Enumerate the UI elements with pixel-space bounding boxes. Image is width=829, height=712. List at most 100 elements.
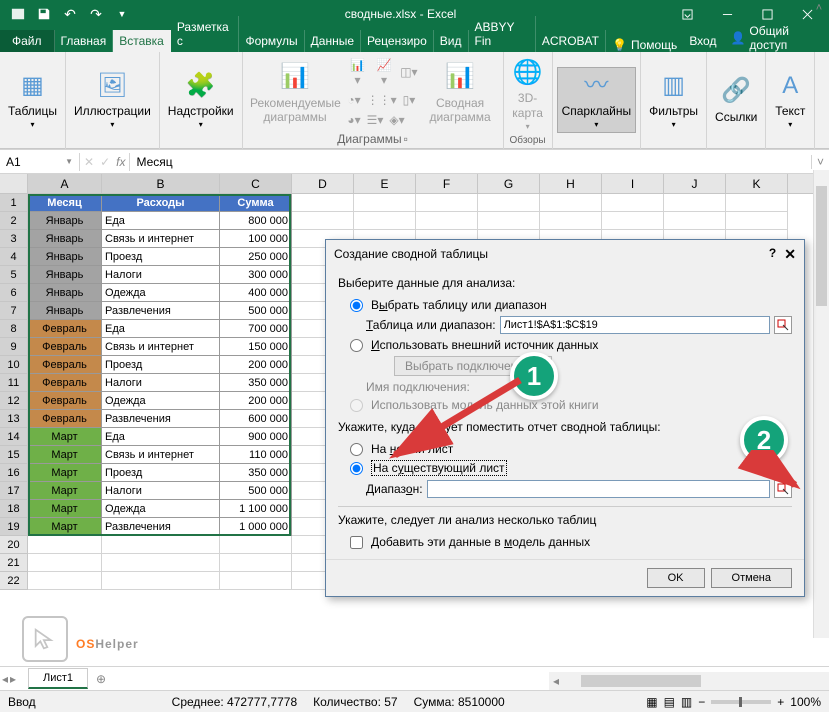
tab-insert[interactable]: Вставка — [113, 30, 171, 52]
tab-acrobat[interactable]: ACROBAT — [536, 30, 606, 52]
checkbox-add-model[interactable]: Добавить эти данные в модель данных — [338, 533, 792, 551]
cell[interactable] — [540, 212, 602, 230]
cell[interactable] — [102, 572, 220, 590]
cell[interactable] — [354, 212, 416, 230]
cell[interactable]: Связь и интернет — [102, 338, 220, 356]
pie-chart-icon[interactable]: ◕▾ — [345, 111, 362, 129]
radio-select-range[interactable]: Выбрать таблицу или диапазон — [338, 296, 792, 314]
sheet-tab[interactable]: Лист1 — [28, 668, 88, 689]
help-icon[interactable]: ? — [769, 246, 776, 263]
cell[interactable]: Январь — [28, 248, 102, 266]
cell[interactable] — [416, 212, 478, 230]
cell[interactable]: 350 000 — [220, 464, 292, 482]
cell[interactable]: Март — [28, 428, 102, 446]
cell[interactable]: 110 000 — [220, 446, 292, 464]
undo-icon[interactable]: ↶ — [58, 3, 82, 25]
row-header[interactable]: 21 — [0, 554, 28, 572]
row-header[interactable]: 22 — [0, 572, 28, 590]
row-header[interactable]: 1 — [0, 194, 28, 212]
cell[interactable]: Февраль — [28, 356, 102, 374]
row-header[interactable]: 14 — [0, 428, 28, 446]
cell[interactable] — [478, 194, 540, 212]
treemap-icon[interactable]: ◫▾ — [398, 56, 419, 89]
cell[interactable] — [416, 194, 478, 212]
tab-home[interactable]: Главная — [55, 30, 114, 52]
cancel-button[interactable]: Отмена — [711, 568, 792, 588]
3d-map-button[interactable]: 🌐3D-карта▾ — [508, 55, 548, 133]
ribbon-options-icon[interactable] — [667, 0, 707, 28]
row-header[interactable]: 17 — [0, 482, 28, 500]
cell[interactable]: Февраль — [28, 410, 102, 428]
row-header[interactable]: 11 — [0, 374, 28, 392]
range-input[interactable] — [500, 316, 770, 334]
tab-abbyy[interactable]: ABBYY Fin — [469, 16, 536, 52]
add-sheet-icon[interactable]: ⊕ — [88, 672, 114, 686]
row-header[interactable]: 3 — [0, 230, 28, 248]
cell[interactable]: 250 000 — [220, 248, 292, 266]
cell[interactable]: Развлечения — [102, 518, 220, 536]
dialog-titlebar[interactable]: Создание сводной таблицы ? ✕ — [326, 240, 804, 268]
pivot-chart-button[interactable]: 📊Сводная диаграмма — [422, 60, 499, 127]
col-header-C[interactable]: C — [220, 174, 292, 193]
row-header[interactable]: 18 — [0, 500, 28, 518]
cell[interactable]: Март — [28, 518, 102, 536]
cell[interactable]: Связь и интернет — [102, 446, 220, 464]
col-header-E[interactable]: E — [354, 174, 416, 193]
row-header[interactable]: 16 — [0, 464, 28, 482]
cell[interactable] — [292, 212, 354, 230]
cell[interactable]: Проезд — [102, 248, 220, 266]
col-header-B[interactable]: B — [102, 174, 220, 193]
cell[interactable]: 700 000 — [220, 320, 292, 338]
cell[interactable] — [726, 212, 788, 230]
symbols-button[interactable]: ΩС — [819, 74, 829, 126]
cell[interactable]: Февраль — [28, 374, 102, 392]
cell[interactable]: Февраль — [28, 392, 102, 410]
tables-button[interactable]: ▦Таблицы▾ — [4, 68, 61, 132]
cell[interactable]: 500 000 — [220, 302, 292, 320]
cell[interactable] — [220, 536, 292, 554]
cell[interactable]: 300 000 — [220, 266, 292, 284]
cell[interactable] — [726, 194, 788, 212]
zoom-level[interactable]: 100% — [790, 695, 821, 709]
cell[interactable]: Март — [28, 482, 102, 500]
scatter-icon[interactable]: ⋮⋮▾ — [365, 91, 399, 109]
cell[interactable]: Одежда — [102, 284, 220, 302]
cell[interactable]: Проезд — [102, 356, 220, 374]
name-box[interactable]: A1▼ — [0, 153, 80, 171]
row-header[interactable]: 12 — [0, 392, 28, 410]
cell[interactable]: 1 100 000 — [220, 500, 292, 518]
radio-existing-sheet[interactable]: На существующий лист — [338, 458, 792, 478]
signin[interactable]: Вход — [683, 30, 722, 52]
line-chart-icon[interactable]: 📈▾ — [372, 56, 396, 89]
cell[interactable] — [102, 554, 220, 572]
cell[interactable]: 200 000 — [220, 356, 292, 374]
row-header[interactable]: 5 — [0, 266, 28, 284]
cell[interactable] — [28, 572, 102, 590]
cell[interactable]: Январь — [28, 266, 102, 284]
cell[interactable]: Январь — [28, 302, 102, 320]
expand-formula-icon[interactable]: ˅ — [811, 155, 829, 169]
dialog-launcher-icon[interactable]: ▫ — [404, 132, 408, 146]
cell[interactable] — [478, 212, 540, 230]
tab-view[interactable]: Вид — [434, 30, 469, 52]
row-header[interactable]: 4 — [0, 248, 28, 266]
cell[interactable]: 350 000 — [220, 374, 292, 392]
cell[interactable] — [292, 194, 354, 212]
cell[interactable]: 100 000 — [220, 230, 292, 248]
cell[interactable]: Еда — [102, 212, 220, 230]
cell[interactable] — [102, 536, 220, 554]
col-header-D[interactable]: D — [292, 174, 354, 193]
addins-button[interactable]: 🧩Надстройки▾ — [164, 68, 238, 132]
redo-icon[interactable]: ↷ — [84, 3, 108, 25]
cell[interactable] — [664, 194, 726, 212]
column-chart-icon[interactable]: 📊▾ — [345, 56, 369, 89]
tab-file[interactable]: Файл — [0, 30, 55, 52]
chevron-down-icon[interactable]: ▼ — [65, 157, 73, 166]
tab-data[interactable]: Данные — [305, 30, 361, 52]
cell[interactable]: Январь — [28, 230, 102, 248]
close-icon[interactable]: ✕ — [784, 246, 796, 263]
row-header[interactable]: 19 — [0, 518, 28, 536]
range-picker-icon[interactable] — [774, 316, 792, 334]
cell[interactable]: 800 000 — [220, 212, 292, 230]
filters-button[interactable]: ▥Фильтры▾ — [645, 68, 702, 132]
